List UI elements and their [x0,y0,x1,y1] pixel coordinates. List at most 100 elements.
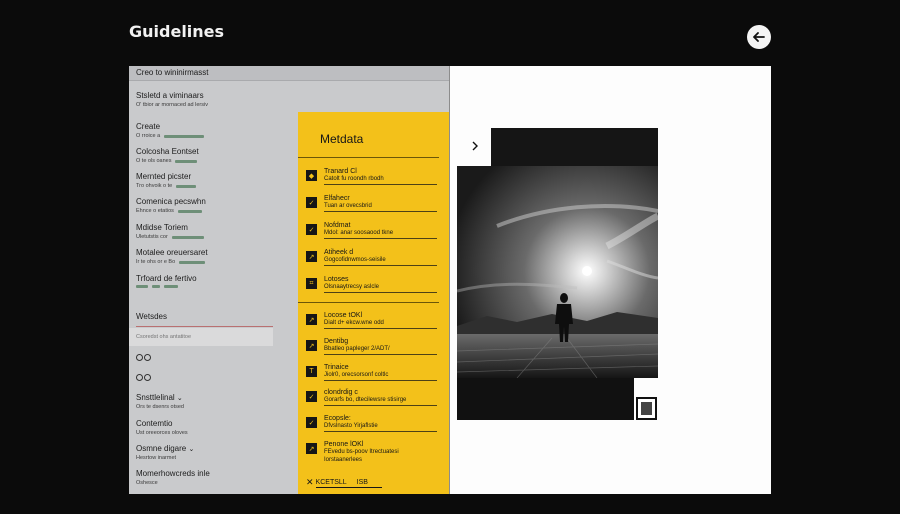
section-title: Wetsdes [136,312,167,321]
nav-item-2[interactable]: Colcosha Eontset O te ols oanes [136,147,296,164]
filmstrip-bottom [457,378,634,420]
metadata-underline [324,328,437,329]
metadata-value: Olsnaaytrecsy aslcle [324,284,380,290]
metadata-underline [324,431,437,432]
chevron-down-icon: ⌄ [176,395,183,402]
editor-frame: Creo to wininirmasst Stsletd a viminaars… [129,66,771,494]
nav-item-subtitle: Ors te dsenrs otsed [136,404,184,410]
metadata-label: Tranard Cl [324,168,357,175]
metadata-row-4[interactable]: ⌗ Lotoses Olsnaaytrecsy aslcle [306,275,439,299]
filter-input[interactable] [129,328,273,346]
nav-item-3[interactable]: Mernted picster Tro ohvoik o te [136,172,296,189]
nav-item-subtitle: Ust oreeorces oloves [136,430,188,436]
metadata-value: FEvedu bs-poov Itrectuatesi [324,449,399,455]
nav-item-4[interactable]: Comenica pecswhn Ehnce o etatios [136,197,296,214]
metadata-row-7[interactable]: T Trinaice Jiolr0, orecsorsonf coltlc [306,363,439,387]
metadata-underline [324,265,437,266]
progress-bar [179,260,206,264]
progress-bar [177,209,202,213]
metadata-underline [324,238,437,239]
footer-badge: ISB [356,479,368,486]
check-icon: ✓ [306,417,317,428]
radio-group-1[interactable] [136,354,151,361]
lower-item-title: Snsttlelinal [136,393,175,402]
metadata-underline [324,380,437,381]
back-button[interactable] [747,25,771,49]
metadata-label: Penone lOKl [324,441,364,448]
metadata-row-2[interactable]: ✓ Nofdmat Mdol: anar soosaood tkne [306,221,439,245]
radio-option[interactable] [144,354,151,361]
check-icon: ✓ [306,224,317,235]
nav-item-subtitle: O' tbior ar mornaced ad lersiv [136,102,208,108]
arrow-icon: ↗ [306,340,317,351]
nav-item-title: Motalee oreuersaret [136,248,208,257]
radio-option[interactable] [136,374,143,381]
nav-item-title: Contemtio [136,419,173,428]
thumbnail[interactable] [636,397,657,420]
metadata-row-1[interactable]: ✓ Elfahecr Tuan ar ovecsbrid [306,194,439,218]
arrow-icon: ↗ [306,443,317,454]
left-panel-header-label: Creo to wininirmasst [136,68,209,77]
metadata-underline [324,292,437,293]
nav-item-5[interactable]: Mdidse Toriem Uletutstis cor [136,223,296,240]
progress-bar [164,285,178,288]
progress-bar [152,285,160,288]
nav-item-subtitle: Hesrtow inarmet [136,455,177,461]
metadata-value: Dialt d+ ekcw.wne odd [324,320,384,326]
radio-option[interactable] [144,374,151,381]
nav-item-subtitle: Tro ohvoik o te [136,183,173,189]
metadata-row-9[interactable]: ✓ Ecopsle: Dfvslnasto Yirjaflstie [306,414,439,438]
nav-item-title: Momerhowcreds inle [136,469,210,478]
metadata-label: Atiheek d [324,249,354,256]
footer-underline [316,487,382,488]
lower-item-3[interactable]: Momerhowcreds inle Oshesce [136,469,296,486]
nav-item-6[interactable]: Motalee oreuersaret Ir te ohs or e Bo [136,248,296,265]
nav-item-1[interactable]: Create O rroice a [136,122,296,139]
progress-bar [176,184,197,188]
tag-icon: ◆ [306,170,317,181]
nav-item-subtitle: Ir te ohs or e Bo [136,259,176,265]
nav-item-title: Mdidse Toriem [136,223,188,232]
section-divider [136,326,273,327]
chevron-right-icon[interactable] [470,139,480,153]
metadata-row-3[interactable]: ↗ Atiheek d Gogcofidnwmos-seisile [306,248,439,272]
metadata-row-0[interactable]: ◆ Tranard Cl Catolt fu roondh rbodh [306,167,439,191]
lower-item-2[interactable]: Osmne digare ⌄ Hesrtow inarmet [136,444,296,461]
crop-icon: ⌗ [306,278,317,289]
landscape-photo [457,166,658,378]
nav-item-subtitle: Oshesce [136,480,158,486]
metadata-title: Metdata [320,132,364,146]
metadata-value: Iorstaanerlees [324,457,363,463]
progress-bar [136,285,148,288]
metadata-label: clondrdig c [324,389,358,396]
lower-item-0[interactable]: Snsttlelinal ⌄ Ors te dsenrs otsed [136,393,296,410]
left-panel-header: Creo to wininirmasst [129,66,449,81]
metadata-value: Gorarfs bo, dtecilewsre stisirge [324,397,407,403]
metadata-row-11[interactable]: Iorstaanerlees [306,456,439,470]
metadata-divider [298,302,439,303]
nav-item-0[interactable]: Stsletd a viminaars O' tbior ar mornaced… [136,91,296,108]
progress-bar [175,159,198,163]
metadata-value: Catolt fu roondh rbodh [324,176,384,182]
nav-item-title: Mernted picster [136,172,192,181]
lower-item-1[interactable]: Contemtio Ust oreeorces oloves [136,419,296,436]
preview-image[interactable] [457,166,658,378]
nav-item-title: Create [136,122,161,131]
thumbnail-image [641,402,652,415]
nav-item-7[interactable]: Trfoard de fertivo [136,274,296,288]
metadata-label: Locose tOKl [324,312,363,319]
metadata-value: Jiolr0, orecsorsonf coltlc [324,372,389,378]
arrow-icon: ↗ [306,251,317,262]
radio-option[interactable] [136,354,143,361]
metadata-row-5[interactable]: ↗ Locose tOKl Dialt d+ ekcw.wne odd [306,311,439,335]
metadata-label: Lotoses [324,276,349,283]
metadata-label: Ecopsle: [324,415,351,422]
metadata-label: Trinaice [324,364,349,371]
metadata-row-6[interactable]: ↗ Dentibg Bbatleo papleger 2/ADT/ [306,337,439,361]
radio-group-2[interactable] [136,374,151,381]
nav-item-subtitle: O te ols oanes [136,158,172,164]
footer-label: KCETSLL [315,479,347,486]
metadata-row-8[interactable]: ✓ clondrdig c Gorarfs bo, dtecilewsre st… [306,388,439,412]
left-panel: Creo to wininirmasst Stsletd a viminaars… [129,66,449,494]
metadata-panel: Metdata ◆ Tranard Cl Catolt fu roondh rb… [298,112,449,494]
